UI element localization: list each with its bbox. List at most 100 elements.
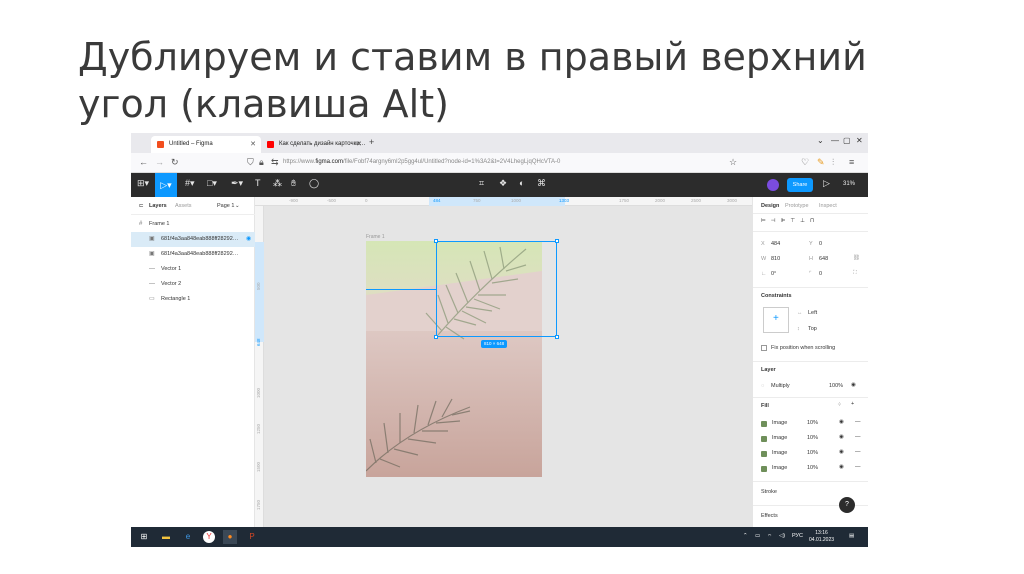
- tab-assets[interactable]: Assets: [175, 203, 192, 209]
- eye-icon[interactable]: ◉: [839, 434, 844, 440]
- layer-rectangle-1[interactable]: ▭ Rectangle 1: [131, 292, 255, 307]
- independent-corners-icon[interactable]: ⛶: [853, 270, 857, 277]
- url-field[interactable]: https://www.figma.com/file/Fobf74argny6m…: [283, 159, 560, 165]
- layer-image-1[interactable]: ▣ 681f4a3aa848eab888ff28292… ◉: [131, 232, 255, 247]
- shield-icon[interactable]: ⛉: [247, 157, 254, 168]
- tab-youtube[interactable]: Как сделать дизайн карточки… ✕: [261, 136, 367, 153]
- yandex-icon[interactable]: Y: [203, 531, 215, 543]
- windows-start-icon[interactable]: ⊞: [137, 530, 151, 544]
- add-fill-icon[interactable]: +: [851, 401, 854, 407]
- tab-inspect[interactable]: Inspect: [819, 203, 837, 209]
- remove-fill-icon[interactable]: —: [855, 449, 861, 455]
- selection-box[interactable]: [434, 239, 559, 339]
- radius-field[interactable]: 0: [819, 271, 822, 277]
- remove-fill-icon[interactable]: —: [855, 419, 861, 425]
- close-icon[interactable]: ✕: [856, 136, 863, 145]
- extension-icon[interactable]: ✎: [817, 157, 825, 168]
- fill-row[interactable]: Image 10% ◉ —: [761, 419, 865, 430]
- fill-row[interactable]: Image 10% ◉ —: [761, 464, 865, 475]
- layer-opacity[interactable]: 100%: [829, 383, 843, 389]
- new-tab-icon[interactable]: +: [369, 137, 374, 147]
- resize-handle[interactable]: [434, 239, 438, 243]
- tab-design[interactable]: Design: [761, 203, 779, 209]
- remove-fill-icon[interactable]: —: [855, 434, 861, 440]
- help-button[interactable]: ?: [839, 497, 855, 513]
- powerpoint-icon[interactable]: P: [245, 530, 259, 544]
- file-explorer-icon[interactable]: ▬: [159, 530, 173, 544]
- blend-mode-select[interactable]: Multiply: [771, 383, 790, 389]
- play-icon[interactable]: ▷: [823, 178, 830, 189]
- align-icons[interactable]: ⊨⊣⊫⊤⊥⊓: [761, 218, 819, 224]
- constrain-proportions-icon[interactable]: ⛓: [853, 255, 860, 261]
- resize-handle[interactable]: [555, 239, 559, 243]
- mask-icon[interactable]: ◐: [519, 178, 524, 188]
- remove-fill-icon[interactable]: —: [855, 464, 861, 470]
- reload-icon[interactable]: ↻: [171, 157, 179, 168]
- back-icon[interactable]: ←: [139, 157, 148, 167]
- menu-icon[interactable]: ≡: [849, 157, 854, 167]
- star-icon[interactable]: ☆: [729, 157, 737, 168]
- network-icon[interactable]: ⌔: [767, 533, 772, 540]
- eye-icon[interactable]: ◉: [839, 449, 844, 455]
- h-field[interactable]: 648: [819, 256, 828, 262]
- boolean-icon[interactable]: ⌘: [537, 178, 546, 189]
- tab-layers[interactable]: Layers: [149, 203, 167, 209]
- eye-icon[interactable]: ◉: [851, 382, 856, 388]
- volume-icon[interactable]: ◁): [779, 533, 785, 539]
- battery-icon[interactable]: ▭: [755, 533, 760, 539]
- permissions-icon[interactable]: ⇆: [271, 157, 279, 168]
- frame-label[interactable]: Frame 1: [366, 234, 385, 240]
- image-swatch[interactable]: [761, 436, 767, 442]
- share-button[interactable]: Share: [787, 178, 813, 192]
- tab-prototype[interactable]: Prototype: [785, 203, 809, 209]
- component-icon[interactable]: ❖: [499, 178, 507, 189]
- layers-sidebar-icon[interactable]: ⊏: [139, 203, 144, 209]
- text-tool-icon[interactable]: T: [255, 178, 261, 188]
- resources-icon[interactable]: ⁂: [273, 178, 282, 189]
- w-field[interactable]: 810: [771, 256, 780, 262]
- image-swatch[interactable]: [761, 451, 767, 457]
- constraint-horizontal-select[interactable]: Left: [808, 310, 817, 316]
- close-icon[interactable]: ✕: [356, 136, 362, 153]
- fix-position-checkbox[interactable]: [761, 345, 767, 351]
- hand-tool-icon[interactable]: ✋︎: [291, 178, 296, 189]
- chevron-down-icon[interactable]: ⌄: [235, 203, 240, 209]
- chevron-up-icon[interactable]: ⌃: [743, 533, 748, 539]
- x-field[interactable]: 484: [771, 241, 780, 247]
- zoom-level[interactable]: 31%: [843, 181, 855, 187]
- close-icon[interactable]: ✕: [250, 136, 256, 153]
- minimize-icon[interactable]: —: [831, 136, 839, 145]
- image-swatch[interactable]: [761, 466, 767, 472]
- image-swatch[interactable]: [761, 421, 767, 427]
- eye-icon[interactable]: ◉: [839, 419, 844, 425]
- shape-tool-icon[interactable]: □▾: [207, 178, 217, 189]
- pen-tool-icon[interactable]: ✒▾: [231, 178, 243, 189]
- page-selector[interactable]: Page 1: [217, 203, 234, 209]
- avatar[interactable]: [767, 179, 779, 191]
- chevron-down-icon[interactable]: ⌄: [817, 136, 824, 145]
- constraints-widget[interactable]: +: [763, 307, 789, 333]
- fill-row[interactable]: Image 10% ◉ —: [761, 449, 865, 460]
- rotation-field[interactable]: 0°: [771, 271, 776, 277]
- eye-icon[interactable]: ◉: [839, 464, 844, 470]
- move-tool-icon[interactable]: ▷▾: [155, 173, 177, 197]
- firefox-icon[interactable]: ●: [223, 530, 237, 544]
- layer-vector-2[interactable]: — Vector 2: [131, 277, 255, 292]
- styles-icon[interactable]: ⁘: [837, 402, 842, 408]
- constraint-vertical-select[interactable]: Top: [808, 326, 817, 332]
- resize-handle[interactable]: [555, 335, 559, 339]
- resize-handle[interactable]: [434, 335, 438, 339]
- layer-vector-1[interactable]: — Vector 1: [131, 262, 255, 277]
- figma-menu-icon[interactable]: ⊞▾: [137, 178, 149, 189]
- y-field[interactable]: 0: [819, 241, 822, 247]
- frame-tool-icon[interactable]: #▾: [185, 178, 195, 189]
- maximize-icon[interactable]: ▢: [843, 136, 851, 145]
- pocket-icon[interactable]: ♡: [801, 157, 809, 168]
- canvas[interactable]: -900 -500 0 484 750 1000 1303 1750 2000 …: [255, 197, 752, 527]
- notifications-icon[interactable]: ▤: [849, 533, 854, 539]
- fill-row[interactable]: Image 10% ◉ —: [761, 434, 865, 445]
- input-language[interactable]: РУС: [792, 533, 803, 539]
- edge-icon[interactable]: e: [181, 530, 195, 544]
- layer-image-2[interactable]: ▣ 681f4a3aa848eab888ff28292…: [131, 247, 255, 262]
- layer-frame-1[interactable]: # Frame 1: [131, 217, 255, 232]
